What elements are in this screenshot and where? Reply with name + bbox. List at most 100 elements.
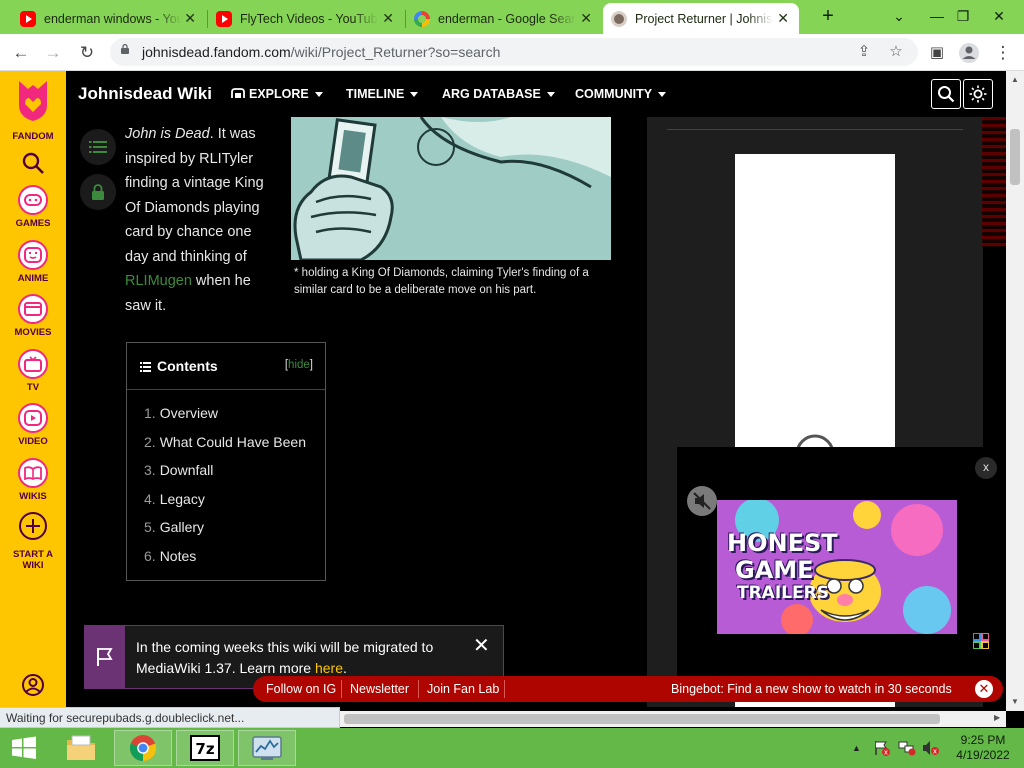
rail-item-movies[interactable]: MOVIES	[0, 294, 66, 338]
forward-arrow-icon[interactable]: →	[40, 40, 66, 66]
action-center-flag-icon[interactable]: x	[874, 740, 890, 756]
toc-header: Contents [hide]	[127, 343, 325, 390]
rail-item-tv[interactable]: TV	[0, 349, 66, 393]
promo-separator	[418, 680, 419, 698]
tab-google-search[interactable]: enderman - Google Search ✕	[406, 3, 602, 34]
rlimugen-link[interactable]: RLIMugen	[125, 273, 192, 289]
bingebot-link[interactable]: Bingebot: Find a new show to watch in 30…	[671, 682, 952, 696]
toc-item-what-could-have-been[interactable]: 2. What Could Have Been	[144, 434, 306, 450]
toc-item-overview[interactable]: 1. Overview	[144, 405, 218, 421]
video-thumbnail[interactable]: HONEST GAME TRAILERS	[717, 500, 957, 634]
tab-close-icon[interactable]: ✕	[184, 11, 196, 25]
rail-item-label: MOVIES	[14, 327, 52, 338]
rail-user-account[interactable]	[0, 673, 66, 702]
newsletter-link[interactable]: Newsletter	[350, 682, 409, 696]
window-close-button[interactable]: ✕	[976, 0, 1022, 32]
wiki-name[interactable]: Johnisdead Wiki	[78, 84, 212, 104]
toc-item-notes[interactable]: 6. Notes	[144, 548, 196, 564]
rail-start-a-wiki[interactable]: START A WIKI	[0, 511, 66, 571]
nav-label: TIMELINE	[346, 87, 405, 101]
background-glow-right	[982, 117, 1006, 247]
horizontal-scrollbar[interactable]: ▶	[338, 711, 1006, 727]
rail-item-wikis[interactable]: WIKIS	[0, 458, 66, 502]
tab-close-icon[interactable]: ✕	[382, 11, 394, 25]
reload-icon[interactable]: ↻	[74, 40, 100, 66]
video-close-button[interactable]: x	[975, 457, 997, 479]
tab-close-icon[interactable]: ✕	[777, 11, 789, 25]
vertical-scroll-thumb[interactable]	[1010, 129, 1020, 185]
search-icon	[938, 86, 955, 103]
page-protection-button[interactable]	[80, 174, 116, 210]
rail-item-anime[interactable]: ANIME	[0, 240, 66, 284]
rail-item-video[interactable]: VIDEO	[0, 403, 66, 447]
toc-hide-link[interactable]: hide	[288, 359, 310, 371]
player-brand-icon[interactable]	[973, 633, 989, 649]
caret-down-icon	[658, 92, 667, 98]
article-image[interactable]	[291, 117, 611, 260]
book-icon	[18, 458, 48, 488]
network-icon[interactable]	[898, 740, 916, 756]
url-path: /wiki/Project_Returner?so=search	[290, 44, 501, 60]
nav-arg-database[interactable]: ARG DATABASE	[442, 87, 555, 101]
share-icon[interactable]: ⇪	[854, 42, 874, 62]
scroll-up-arrow-icon[interactable]: ▲	[1011, 75, 1019, 84]
toc-toggle-button[interactable]	[80, 129, 116, 165]
address-bar[interactable]: johnisdead.fandom.com/wiki/Project_Retur…	[110, 38, 918, 66]
floating-video-player[interactable]: x HONEST GAME TRAILERS	[677, 447, 997, 680]
nav-community[interactable]: COMMUNITY	[575, 87, 667, 101]
toc-hide-toggle[interactable]: [hide]	[285, 359, 313, 371]
rail-search[interactable]	[0, 151, 66, 180]
vertical-scrollbar[interactable]: ▲ ▼	[1006, 71, 1024, 711]
scroll-right-arrow-icon[interactable]: ▶	[994, 713, 1000, 722]
svg-text:7z: 7z	[195, 740, 214, 758]
follow-on-ig-link[interactable]: Follow on IG	[266, 682, 336, 696]
google-icon	[414, 10, 430, 27]
toc-item-downfall[interactable]: 3. Downfall	[144, 462, 213, 478]
toc-label: Overview	[159, 405, 219, 421]
taskbar-task-manager[interactable]	[238, 730, 296, 766]
taskbar-7zip[interactable]: 7z	[176, 730, 234, 766]
horizontal-scroll-thumb[interactable]	[344, 714, 940, 724]
browser-menu-icon[interactable]: ⋮	[990, 40, 1016, 66]
rail-item-games[interactable]: GAMES	[0, 185, 66, 229]
article-intro: John is Dead. It was inspired by RLITyle…	[125, 122, 275, 318]
profile-avatar-icon[interactable]	[956, 40, 982, 66]
tab-enderman-windows[interactable]: enderman windows - YouTube ✕	[12, 3, 206, 34]
back-arrow-icon[interactable]: ←	[8, 40, 34, 66]
taskbar-file-explorer[interactable]	[52, 730, 110, 766]
fandom-logo[interactable]: FANDOM	[0, 79, 66, 142]
side-panel-icon[interactable]: ▣	[924, 40, 950, 66]
muted-speaker-icon	[693, 492, 711, 510]
user-circle-icon	[22, 674, 44, 696]
nav-explore[interactable]: EXPLORE	[231, 87, 323, 101]
lock-icon	[121, 44, 129, 54]
video-mute-button[interactable]	[687, 486, 717, 516]
toc-item-legacy[interactable]: 4. Legacy	[144, 491, 205, 507]
scroll-down-arrow-icon[interactable]: ▼	[1011, 697, 1019, 706]
learn-more-link[interactable]: here	[315, 660, 343, 676]
rail-item-label: GAMES	[15, 218, 51, 229]
bookmark-star-icon[interactable]: ☆	[886, 42, 906, 62]
start-button[interactable]	[2, 730, 46, 766]
tab-flytech-videos[interactable]: FlyTech Videos - YouTube ✕	[208, 3, 404, 34]
tab-close-icon[interactable]: ✕	[580, 11, 592, 25]
theme-toggle-button[interactable]	[963, 79, 993, 109]
flag-icon	[97, 648, 113, 666]
migration-close-icon[interactable]: ✕	[473, 636, 490, 656]
tray-overflow-icon[interactable]: ▲	[852, 743, 861, 753]
svg-text:x: x	[933, 748, 937, 756]
promo-close-icon[interactable]: ✕	[975, 680, 993, 698]
toc-label: Gallery	[159, 519, 205, 535]
youtube-icon	[20, 10, 36, 27]
taskbar-chrome[interactable]	[114, 730, 172, 766]
new-tab-button[interactable]: +	[805, 0, 851, 32]
fandom-heart-icon	[19, 81, 47, 121]
search-icon	[22, 152, 44, 174]
join-fan-lab-link[interactable]: Join Fan Lab	[427, 682, 499, 696]
tab-project-returner[interactable]: Project Returner | Johnisdead Wiki ✕	[603, 3, 799, 34]
system-clock[interactable]: 9:25 PM 4/19/2022	[950, 733, 1016, 763]
nav-timeline[interactable]: TIMELINE	[346, 87, 419, 101]
toc-item-gallery[interactable]: 5. Gallery	[144, 519, 204, 535]
wiki-search-button[interactable]	[931, 79, 961, 109]
volume-muted-icon[interactable]: x	[922, 740, 940, 756]
